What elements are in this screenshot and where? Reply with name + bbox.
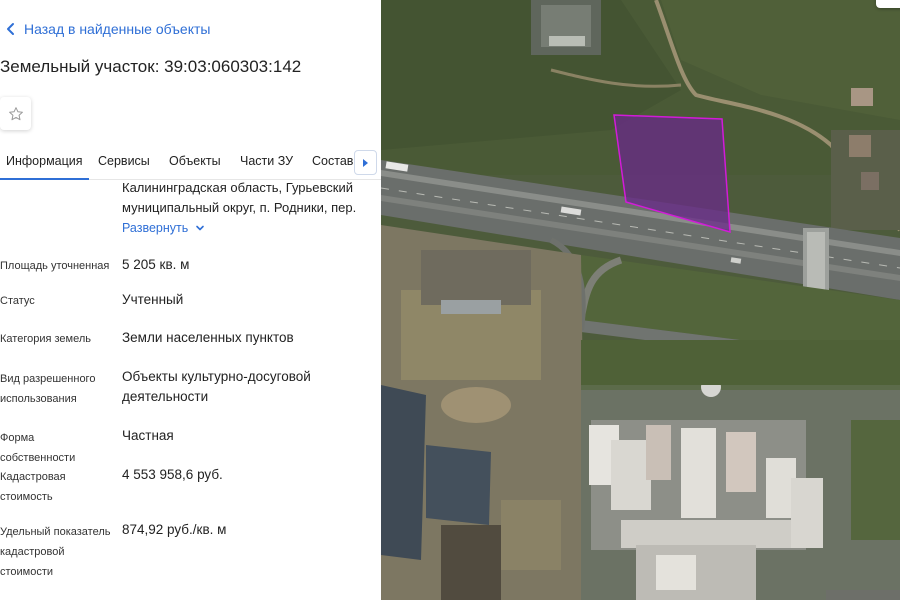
- scroll-fade: [0, 574, 381, 600]
- tab-composition[interactable]: Состав: [312, 154, 353, 168]
- area-value: 5 205 кв. м: [122, 257, 190, 272]
- tab-services[interactable]: Сервисы: [98, 154, 150, 168]
- specific-cost-label: Удельный показатель кадастровой стоимост…: [0, 526, 111, 578]
- favorite-button[interactable]: [0, 97, 31, 130]
- page-title: Земельный участок: 39:03:060303:142: [0, 57, 302, 76]
- map-control-button[interactable]: [876, 0, 900, 8]
- satellite-map[interactable]: [381, 0, 900, 600]
- ownership-value: Частная: [122, 428, 174, 443]
- tab-parts[interactable]: Части ЗУ: [240, 154, 293, 168]
- cadastral-cost-value: 4 553 958,6 руб.: [122, 467, 223, 482]
- address-value: Калининградская область, Гурьевский муни…: [122, 180, 357, 215]
- back-link[interactable]: Назад в найденные объекты: [4, 17, 210, 41]
- chevron-left-icon: [7, 23, 14, 35]
- back-link-label: Назад в найденные объекты: [24, 21, 211, 37]
- tab-info[interactable]: Информация: [0, 154, 89, 180]
- chevron-down-icon: [196, 225, 205, 231]
- tabs-scroll-right-button[interactable]: [354, 150, 377, 175]
- ownership-label: Форма собственности: [0, 432, 76, 464]
- map-imagery: [381, 0, 900, 600]
- land-category-label: Категория земель: [0, 333, 91, 345]
- cadastral-cost-label: Кадастровая стоимость: [0, 471, 66, 503]
- expand-link[interactable]: Развернуть: [122, 221, 205, 235]
- star-icon: [8, 106, 23, 120]
- tab-objects[interactable]: Объекты: [169, 154, 221, 168]
- arrow-right-icon: [363, 158, 368, 167]
- permitted-use-label: Вид разрешенного использования: [0, 373, 96, 405]
- tab-bar: Информация Сервисы Объекты Части ЗУ Сост…: [0, 144, 381, 180]
- info-panel: Назад в найденные объекты Земельный учас…: [0, 0, 381, 600]
- area-label: Площадь уточненная: [0, 260, 110, 272]
- expand-link-label: Развернуть: [122, 221, 189, 235]
- specific-cost-value: 874,92 руб./кв. м: [122, 522, 227, 537]
- permitted-use-value: Объекты культурно-досуговой деятельности: [122, 369, 311, 404]
- status-label: Статус: [0, 295, 35, 307]
- land-category-value: Земли населенных пунктов: [122, 330, 294, 345]
- status-value: Учтенный: [122, 292, 184, 307]
